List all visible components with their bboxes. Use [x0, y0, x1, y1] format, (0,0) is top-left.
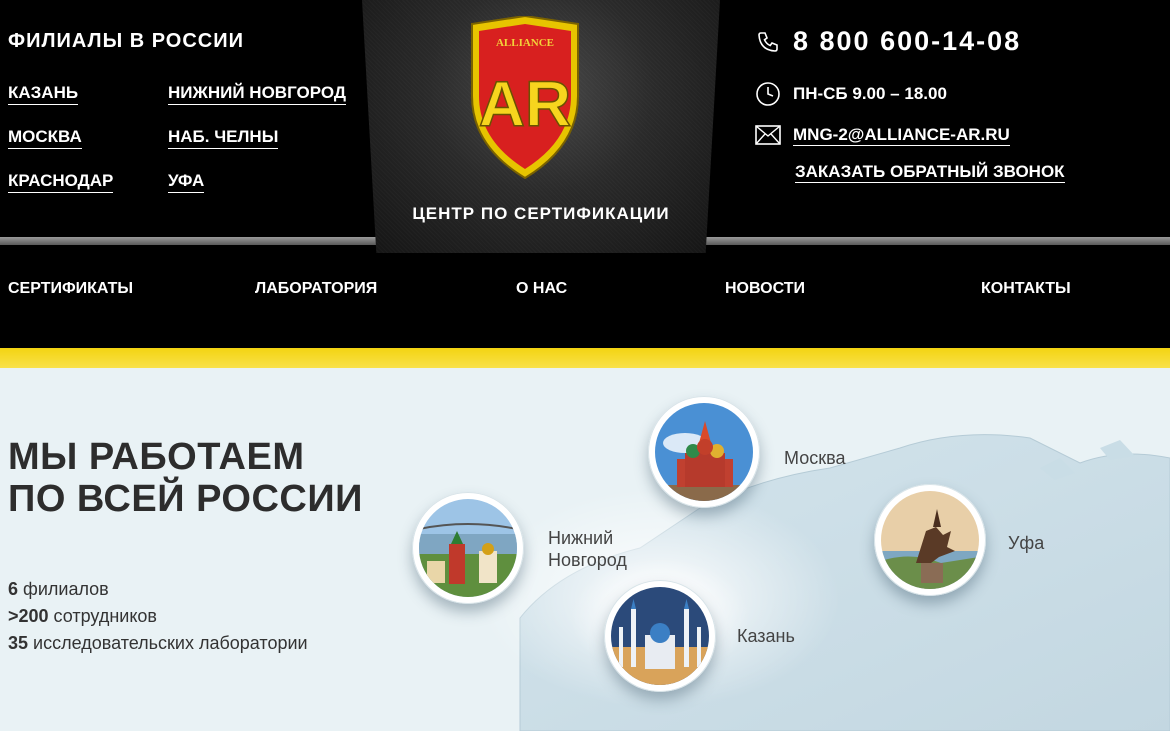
clock-icon [755, 81, 781, 107]
city-label-nizhny-novgorod: Нижний Новгород [548, 527, 627, 571]
branch-link-naberezhnye-chelny[interactable]: НАБ. ЧЕЛНЫ [168, 127, 279, 149]
email-link[interactable]: MNG-2@ALLIANCE-AR.RU [793, 125, 1010, 146]
alliance-ar-logo[interactable]: ALLIANCE AR [466, 16, 584, 180]
stat-employees: >200 сотрудников [8, 603, 308, 630]
mail-icon [755, 122, 781, 148]
section-headline: МЫ РАБОТАЕМ ПО ВСЕЙ РОССИИ [8, 436, 363, 520]
stat-labs-label: исследовательских лаборатории [28, 633, 308, 653]
city-label-nn-line-1: Нижний [548, 528, 614, 548]
company-stats: 6 филиалов >200 сотрудников 35 исследова… [8, 576, 308, 657]
nav-item-certificates[interactable]: СЕРТИФИКАТЫ [8, 280, 133, 298]
phone-icon [755, 29, 781, 55]
branch-link-kazan[interactable]: КАЗАНЬ [8, 83, 79, 105]
headline-line-2: ПО ВСЕЙ РОССИИ [8, 478, 363, 520]
svg-text:ALLIANCE: ALLIANCE [496, 37, 554, 49]
headline-line-1: МЫ РАБОТАЕМ [8, 436, 305, 478]
city-photo-ufa[interactable] [874, 484, 986, 596]
stat-employees-label: сотрудников [48, 606, 157, 626]
branches-title: ФИЛИАЛЫ В РОССИИ [8, 30, 244, 52]
stat-labs-number: 35 [8, 633, 29, 653]
nav-item-contacts[interactable]: КОНТАКТЫ [981, 280, 1071, 298]
city-label-moscow: Москва [784, 448, 846, 468]
nav-item-about[interactable]: О НАС [516, 280, 567, 298]
email-row[interactable]: MNG-2@ALLIANCE-AR.RU [755, 122, 1010, 148]
stat-branches-number: 6 [8, 579, 19, 599]
phone-row[interactable]: 8 800 600-14-08 [755, 26, 1021, 57]
city-photo-moscow[interactable] [648, 396, 760, 508]
city-photo-kazan[interactable] [604, 580, 716, 692]
accent-bar [0, 348, 1170, 368]
stat-branches: 6 филиалов [8, 576, 308, 603]
working-hours: ПН-СБ 9.00 – 18.00 [793, 84, 947, 103]
branch-link-ufa[interactable]: УФА [168, 171, 205, 193]
nav-item-laboratory[interactable]: ЛАБОРАТОРИЯ [255, 280, 377, 298]
hours-row: ПН-СБ 9.00 – 18.00 [755, 81, 947, 107]
phone-number[interactable]: 8 800 600-14-08 [793, 26, 1021, 57]
stat-employees-number: >200 [8, 606, 49, 626]
stat-branches-label: филиалов [18, 579, 109, 599]
site-header: ALLIANCE AR ЦЕНТР ПО СЕРТИФИКАЦИИ ФИЛИАЛ… [0, 0, 1170, 348]
city-label-nn-line-2: Новгород [548, 550, 627, 570]
coverage-section: МЫ РАБОТАЕМ ПО ВСЕЙ РОССИИ 6 филиалов >2… [0, 368, 1170, 731]
center-caption: ЦЕНТР ПО СЕРТИФИКАЦИИ [412, 204, 670, 223]
city-photo-nizhny-novgorod[interactable] [412, 492, 524, 604]
city-label-ufa: Уфа [1008, 533, 1045, 553]
branch-link-moscow[interactable]: МОСКВА [8, 127, 82, 149]
svg-text:AR: AR [479, 68, 571, 140]
stat-labs: 35 исследовательских лаборатории [8, 630, 308, 657]
nav-item-news[interactable]: НОВОСТИ [725, 280, 805, 298]
branch-link-nizhny-novgorod[interactable]: НИЖНИЙ НОВГОРОД [168, 83, 346, 105]
branch-link-krasnodar[interactable]: КРАСНОДАР [8, 171, 114, 193]
city-label-kazan: Казань [737, 626, 795, 646]
callback-request-link[interactable]: ЗАКАЗАТЬ ОБРАТНЫЙ ЗВОНОК [795, 162, 1065, 183]
